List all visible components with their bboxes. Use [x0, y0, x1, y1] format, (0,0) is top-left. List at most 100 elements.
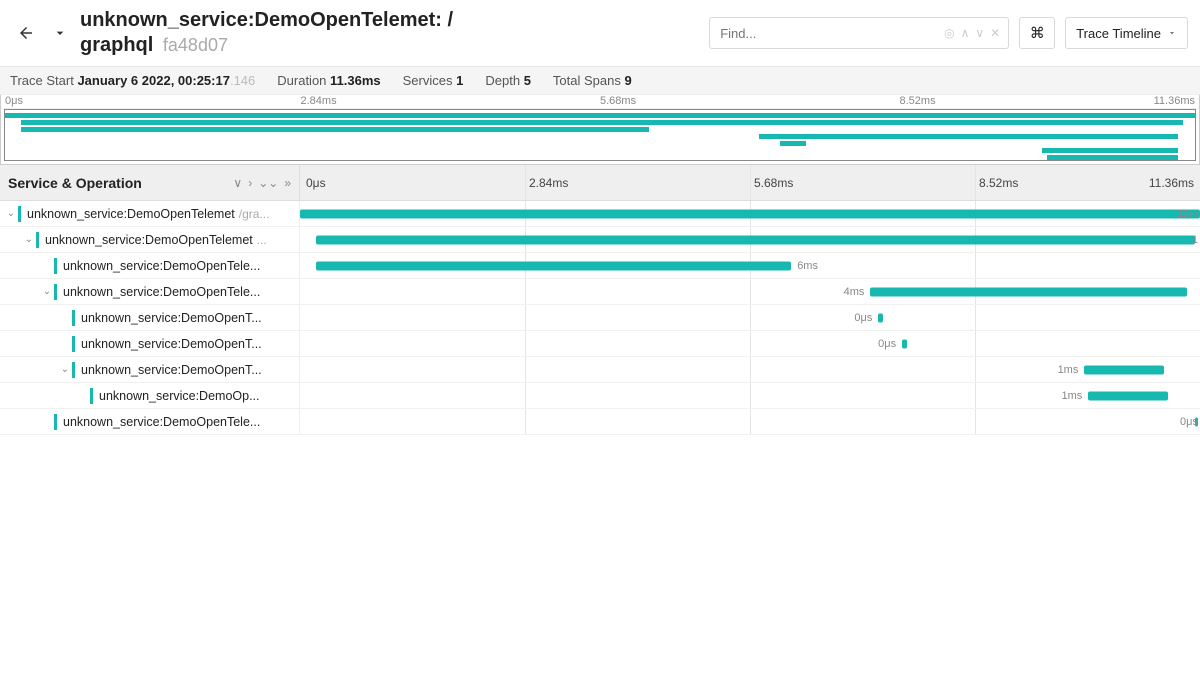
meta-duration: Duration 11.36ms [277, 73, 380, 88]
span-row-left: ⌄unknown_service:DemoOpenTelemet... [0, 227, 300, 252]
minimap-bar [1042, 148, 1178, 153]
timeline-right-header: 0μs 2.84ms 5.68ms 8.52ms 11.36ms [300, 165, 1200, 200]
chevron-down-icon [52, 25, 68, 41]
command-icon: ⌘ [1030, 24, 1045, 42]
title-op-part1: / [448, 9, 454, 31]
span-service-name: unknown_service:DemoOpenTele... [63, 285, 260, 299]
service-color-marker [54, 284, 57, 300]
back-button[interactable] [12, 19, 40, 47]
service-color-marker [72, 336, 75, 352]
span-bar[interactable] [1088, 391, 1167, 400]
service-color-marker [36, 232, 39, 248]
span-row-left: unknown_service:DemoOpenTele... [0, 409, 300, 434]
span-service-name: unknown_service:DemoOpenTele... [63, 259, 260, 273]
minimap-tick-3: 8.52ms [900, 95, 936, 107]
span-row-left: ⌄ unknown_service:DemoOpenTele... [0, 279, 300, 304]
search-clear-icon[interactable]: ✕ [990, 26, 1000, 40]
span-row[interactable]: unknown_service:DemoOpenT... 0μs [0, 331, 1200, 357]
meta-depth: Depth 5 [485, 73, 531, 88]
trace-meta-bar: Trace Start January 6 2022, 00:25:17.146… [0, 67, 1200, 95]
span-row-right: 1ms [300, 357, 1200, 382]
minimap-tick-4: 11.36ms [1154, 95, 1195, 107]
service-color-marker [54, 258, 57, 274]
span-bar[interactable] [878, 313, 883, 322]
service-operation-label: Service & Operation [8, 175, 142, 191]
span-bar[interactable] [300, 209, 1200, 218]
span-rows: ⌄unknown_service:DemoOpenTelemet/gra...1… [0, 201, 1200, 435]
tl-tick-3: 8.52ms [979, 176, 1018, 190]
search-target-icon[interactable]: ◎ [944, 26, 954, 40]
span-row[interactable]: ⌄ unknown_service:DemoOpenTele... 4ms [0, 279, 1200, 305]
span-row[interactable]: ⌄unknown_service:DemoOpenTelemet... 1 [0, 227, 1200, 253]
span-service-name: unknown_service:DemoOpenT... [81, 363, 262, 377]
minimap-tick-2: 5.68ms [600, 95, 636, 107]
trace-header: unknown_service:DemoOpenTelemet: / graph… [0, 0, 1200, 67]
span-row-right: 11m [300, 201, 1200, 226]
title-service: unknown_service:DemoOpenTelemet: [80, 9, 442, 31]
span-row[interactable]: ⌄ unknown_service:DemoOpenT... 1ms [0, 357, 1200, 383]
expand-caret[interactable] [50, 23, 70, 43]
minimap[interactable] [4, 109, 1196, 161]
span-row-right: 1ms [300, 383, 1200, 408]
tl-tick-0: 0μs [306, 176, 326, 190]
search-up-icon[interactable]: ∧ [961, 26, 970, 40]
service-color-marker [72, 362, 75, 378]
span-bar[interactable] [902, 339, 907, 348]
span-duration-label: 11m [1177, 208, 1198, 220]
collapse-one-icon[interactable]: ∨ [233, 176, 242, 190]
span-bar[interactable] [1084, 365, 1163, 374]
expand-all-icon[interactable]: » [284, 176, 291, 190]
tree-controls: ∨ › ⌄⌄ » [233, 176, 291, 190]
span-row-left: ⌄ unknown_service:DemoOpenT... [0, 357, 300, 382]
minimap-tick-1: 2.84ms [301, 95, 337, 107]
tl-tick-1: 2.84ms [529, 176, 568, 190]
span-bar[interactable] [870, 287, 1187, 296]
view-mode-select[interactable]: Trace Timeline [1065, 17, 1188, 49]
span-row[interactable]: unknown_service:DemoOp...1ms [0, 383, 1200, 409]
span-row-right: 0μs [300, 331, 1200, 356]
expand-one-icon[interactable]: › [248, 176, 252, 190]
row-caret[interactable]: ⌄ [58, 364, 72, 375]
span-duration-label: 4ms [844, 286, 865, 298]
minimap-bar [21, 120, 1184, 125]
search-input[interactable] [710, 20, 944, 47]
span-bar[interactable] [316, 235, 1195, 244]
service-color-marker [72, 310, 75, 326]
minimap-bar [5, 113, 1195, 118]
span-bar[interactable] [316, 261, 791, 270]
timeline-left-header: Service & Operation ∨ › ⌄⌄ » [0, 165, 300, 200]
trace-title: unknown_service:DemoOpenTelemet: / graph… [80, 8, 453, 58]
span-duration-label: 6ms [797, 260, 818, 272]
span-service-name: unknown_service:DemoOpenT... [81, 311, 262, 325]
span-row[interactable]: unknown_service:DemoOpenTele... 6ms [0, 253, 1200, 279]
search-nav-icons: ◎ ∧ ∨ ✕ [944, 26, 1008, 40]
minimap-bar [21, 127, 650, 132]
keyboard-shortcuts-button[interactable]: ⌘ [1019, 17, 1055, 49]
span-duration-label: 1 [1192, 234, 1198, 246]
span-duration-label: 1ms [1058, 364, 1079, 376]
span-duration-label: 0μs [854, 312, 872, 324]
span-row-left: unknown_service:DemoOpenT... [0, 305, 300, 330]
span-row[interactable]: unknown_service:DemoOpenT... 0μs [0, 305, 1200, 331]
span-row-right: 6ms [300, 253, 1200, 278]
span-row-left: unknown_service:DemoOp... [0, 383, 300, 408]
span-row-right: 4ms [300, 279, 1200, 304]
minimap-tick-0: 0μs [5, 95, 23, 107]
collapse-all-icon[interactable]: ⌄⌄ [258, 176, 278, 190]
row-caret[interactable]: ⌄ [22, 234, 36, 245]
service-color-marker [18, 206, 21, 222]
tl-tick-4: 11.36ms [1149, 176, 1194, 190]
span-row-left: unknown_service:DemoOpenT... [0, 331, 300, 356]
span-service-name: unknown_service:DemoOpenTelemet [27, 207, 235, 221]
row-caret[interactable]: ⌄ [40, 286, 54, 297]
span-service-name: unknown_service:DemoOpenT... [81, 337, 262, 351]
timeline-header: Service & Operation ∨ › ⌄⌄ » 0μs 2.84ms … [0, 165, 1200, 201]
title-op: graphql [80, 34, 153, 56]
row-caret[interactable]: ⌄ [4, 208, 18, 219]
search-down-icon[interactable]: ∨ [975, 26, 984, 40]
meta-trace-start: Trace Start January 6 2022, 00:25:17.146 [10, 73, 255, 88]
span-row[interactable]: unknown_service:DemoOpenTele...0μs [0, 409, 1200, 435]
span-duration-label: 0μs [878, 338, 896, 350]
service-color-marker [90, 388, 93, 404]
span-row[interactable]: ⌄unknown_service:DemoOpenTelemet/gra...1… [0, 201, 1200, 227]
